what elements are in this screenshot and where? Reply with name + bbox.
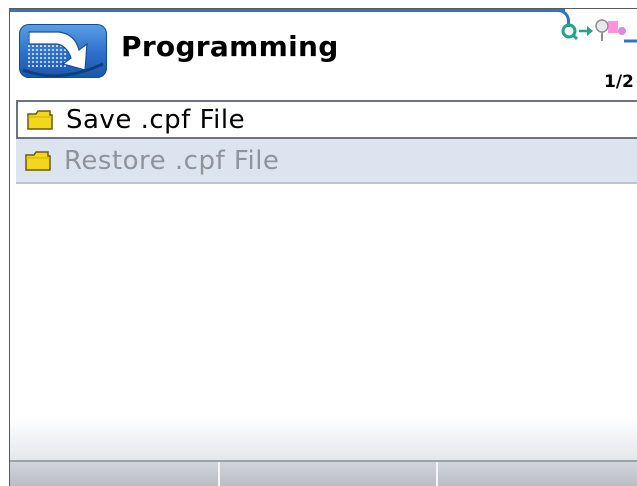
menu-item-restore-cpf-file[interactable]: Restore .cpf File	[16, 139, 637, 184]
folder-icon	[25, 150, 51, 171]
softkey-2[interactable]	[220, 462, 438, 486]
softkey-bar	[10, 460, 637, 486]
softkey-1[interactable]	[10, 462, 220, 486]
usb-device-icon	[595, 19, 637, 43]
menu-item-save-cpf-file[interactable]: Save .cpf File	[16, 100, 637, 139]
bottom-fade	[10, 418, 637, 460]
programming-arrow-icon	[19, 24, 107, 78]
network-status-icon	[561, 23, 579, 41]
menu-item-label: Save .cpf File	[66, 104, 246, 135]
menu-item-label: Restore .cpf File	[64, 145, 280, 176]
connection-arrow-icon	[579, 26, 593, 36]
header-accent-line	[10, 9, 565, 12]
menu-list: Save .cpf File Restore .cpf File	[16, 100, 637, 184]
softkey-3[interactable]	[438, 462, 637, 486]
page-title: Programming	[121, 30, 339, 63]
screen-frame	[9, 8, 637, 486]
status-icons	[560, 17, 637, 43]
folder-icon	[27, 109, 53, 130]
page-indicator: 1/2	[604, 72, 634, 92]
